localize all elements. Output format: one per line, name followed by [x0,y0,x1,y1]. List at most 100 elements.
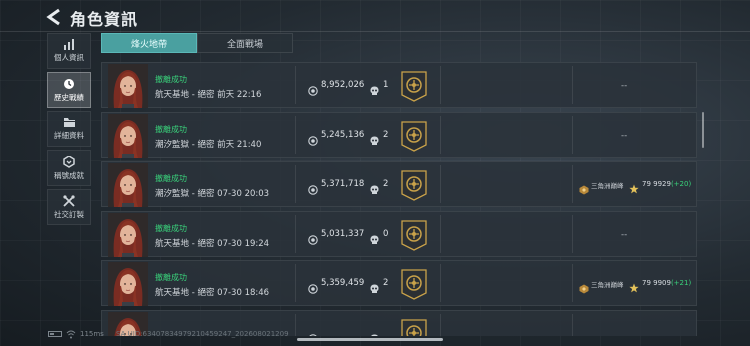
match-record-row[interactable]: 撤離成功 潮汐監獄 - 絕密 07-30 20:03 5,371,718 2 三… [101,161,697,207]
uid-watermark: SA UID:6340783497921045924​7_20260802120… [116,330,289,338]
sidebar-item-label: 歷史戰績 [54,92,84,102]
column-divider [572,165,573,203]
skull-icon [370,131,379,145]
map-mode-time: 航天基地 - 絕密 07-30 19:24 [155,238,270,249]
column-divider [572,115,573,154]
rating-medal-icon [401,170,427,201]
extraction-status: 撤離成功 [155,75,187,84]
match-record-row[interactable]: 撤離成功 航天基地 - 絕密 07-30 19:24 5,031,337 0 -… [101,210,697,257]
back-arrow-icon[interactable] [44,8,66,26]
home-indicator[interactable] [297,338,443,341]
column-divider [440,165,441,203]
column-divider [440,115,441,154]
coin-icon [308,279,318,294]
sidebar-item-label: 個人資訊 [54,53,84,62]
column-divider [440,214,441,253]
match-record-row[interactable]: 撤離成功 航天基地 - 絕密 前天 22:16 8,952,026 1 -- [101,62,697,108]
extraction-status: 撤離成功 [155,223,187,233]
column-divider [295,264,296,302]
skull-icon [370,180,379,194]
rank-score: 79 9929(+20) [642,180,691,188]
list-scrollbar[interactable] [702,112,704,148]
tools-icon [63,194,75,207]
column-divider [440,264,441,302]
match-record-row[interactable]: 撤離成功 潮汐監獄 - 絕密 前天 21:40 5,245,136 2 -- [101,111,697,158]
coin-value: 5,031,337 [321,228,365,239]
skull-icon [370,279,379,293]
ping-readout: 115ms [80,330,104,338]
rating-medal-icon [401,71,427,102]
kill-count: 2 [383,179,389,189]
sidebar-item-label: 詳細資料 [54,131,84,140]
rank-placeholder: -- [621,130,628,141]
coin-value: 5,371,718 [321,179,365,189]
extraction-status: 撤離成功 [155,174,187,183]
operator-portrait [108,262,148,306]
rating-medal-icon [401,219,427,251]
page-title: 角色資訊 [70,10,139,29]
status-bar [0,326,750,346]
rank-tier-icon [579,279,589,294]
coin-icon [308,131,318,146]
column-divider [572,214,573,253]
sidebar: 個人資訊 歷史戰績 詳細資料 稱號成就 社交訂製 [47,33,91,228]
coin-value: 5,359,459 [321,278,365,288]
battery-icon [48,331,62,337]
operator-portrait [108,212,148,257]
rating-medal-icon [401,120,427,152]
extraction-status: 撤離成功 [155,273,187,282]
rank-placeholder: -- [621,81,628,91]
kill-count: 1 [383,80,389,90]
bar-chart-icon [64,39,74,50]
tab-beacon-zone[interactable]: 烽火地帶 [101,33,197,53]
map-mode-time: 潮汐監獄 - 絕密 07-30 20:03 [155,189,270,199]
history-clock-icon [64,78,74,89]
rank-score-value: 79 9929 [642,180,671,188]
sidebar-item-label: 社交訂製 [54,209,84,219]
sidebar-item-social[interactable]: 社交訂製 [47,189,91,225]
coin-value: 8,952,026 [321,80,365,90]
rank-star-icon [629,179,639,194]
extraction-status: 撤離成功 [155,124,187,134]
rank-score-delta: (+21) [670,279,692,287]
kill-count: 0 [383,228,389,239]
rank-tier-name: 三角洲巔峰 [591,182,624,190]
sidebar-item-achievements[interactable]: 稱號成就 [47,150,91,186]
rank-placeholder: -- [621,229,628,240]
match-record-row[interactable]: 撤離成功 航天基地 - 絕密 07-30 18:46 5,359,459 2 三… [101,260,697,306]
coin-icon [308,180,318,195]
top-bar: 角色資訊 [0,0,750,34]
column-divider [295,66,296,104]
achievement-badge-icon [63,155,75,168]
sidebar-item-history[interactable]: 歷史戰績 [47,72,91,108]
skull-icon [370,81,379,95]
folder-icon [63,118,75,127]
column-divider [295,165,296,203]
operator-portrait [108,64,148,108]
coin-icon [308,81,318,96]
rank-score: 79 9909(+21) [642,279,691,287]
rank-tier-icon [579,180,589,195]
column-divider [440,66,441,104]
column-divider [295,214,296,253]
map-mode-time: 潮汐監獄 - 絕密 前天 21:40 [155,139,262,150]
rank-tier-name: 三角洲巔峰 [591,281,624,289]
sidebar-item-profile[interactable]: 個人資訊 [47,33,91,69]
sidebar-item-details[interactable]: 詳細資料 [47,111,91,147]
rank-score-value: 79 9909 [642,279,671,287]
rank-score-delta: (+20) [670,180,692,188]
column-divider [295,115,296,154]
coin-icon [308,230,318,245]
operator-portrait [108,163,148,207]
skull-icon [370,230,379,244]
header-divider [0,31,750,32]
column-divider [572,264,573,302]
column-divider [572,66,573,104]
coin-value: 5,245,136 [321,129,365,140]
sidebar-item-label: 稱號成就 [54,170,84,180]
kill-count: 2 [383,278,389,288]
tab-full-battlefield[interactable]: 全面戰場 [197,33,293,53]
kill-count: 2 [383,129,389,140]
wifi-icon [66,330,76,339]
rank-star-icon [629,278,639,293]
